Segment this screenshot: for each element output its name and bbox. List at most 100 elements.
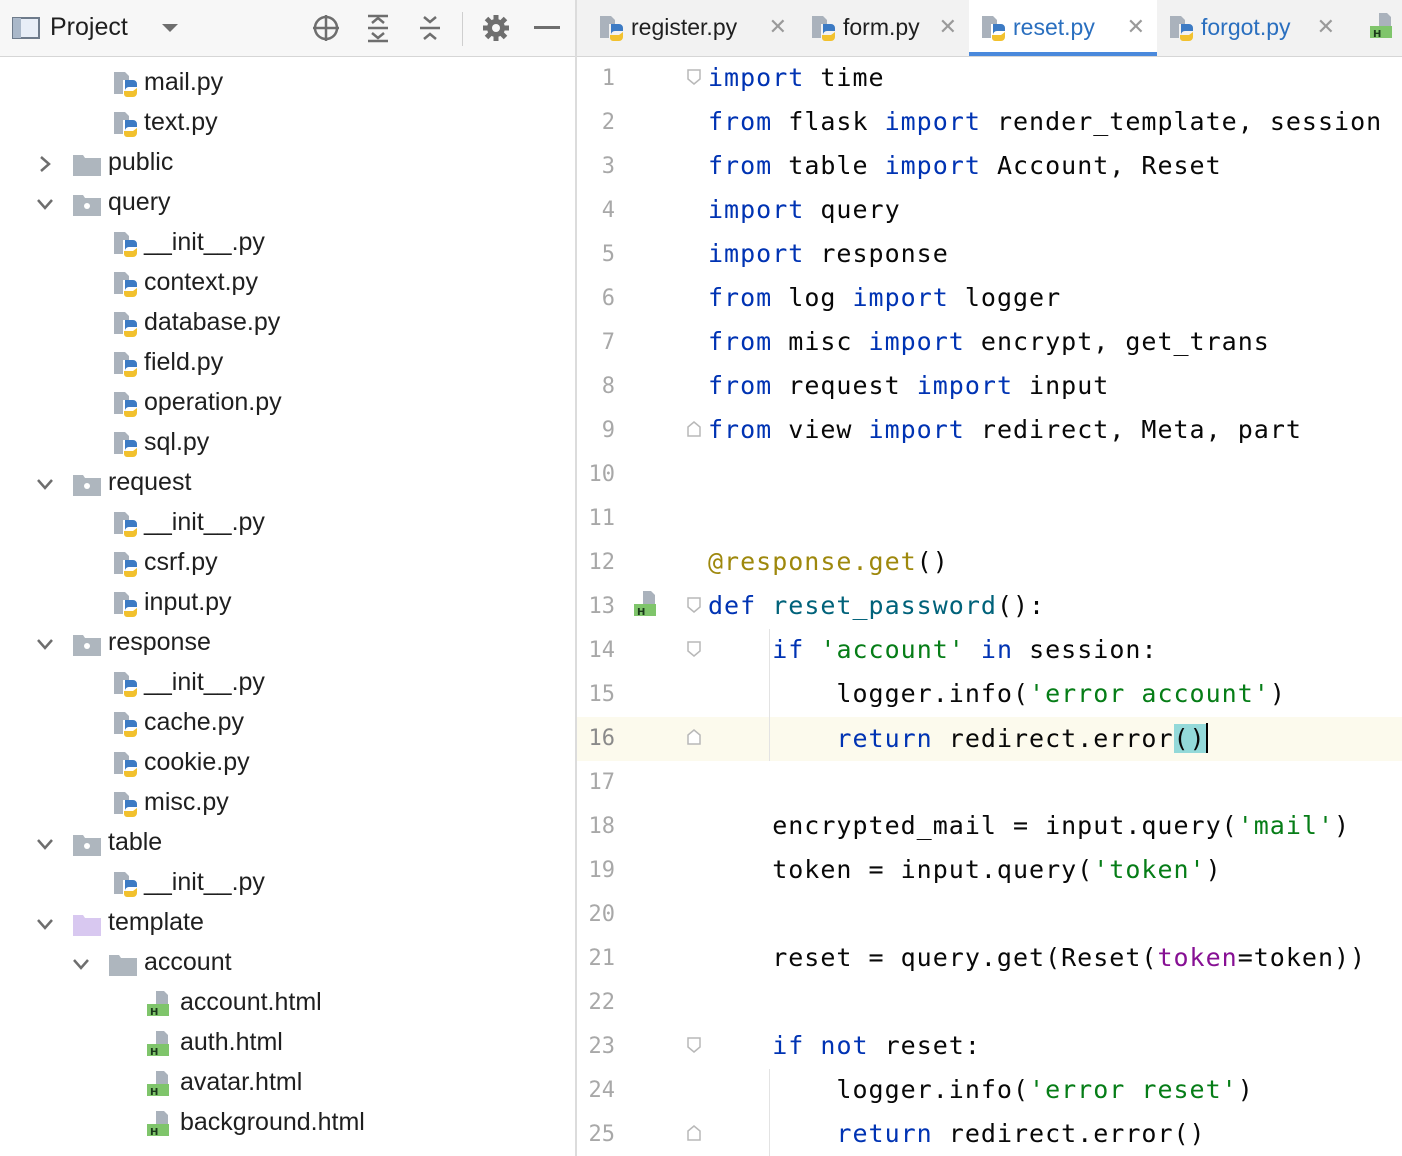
tree-file-row[interactable]: operation.py (0, 384, 575, 424)
code-line[interactable]: 11 (577, 497, 1402, 541)
editor-tab[interactable]: form.py ✕ (799, 0, 969, 56)
tree-folder-row[interactable]: public (0, 144, 575, 184)
editor-tab[interactable]: register.py ✕ (587, 0, 799, 56)
project-view-title[interactable]: Project (50, 13, 128, 42)
tree-file-row[interactable]: Havatar.html (0, 1064, 575, 1104)
code-editor[interactable]: 1 import time 2 from flask import render_te… (577, 57, 1402, 1156)
code-token: def (708, 591, 757, 620)
tree-file-row[interactable]: cache.py (0, 704, 575, 744)
close-tab-icon[interactable]: ✕ (769, 14, 787, 40)
tree-file-row[interactable]: database.py (0, 304, 575, 344)
tree-folder-row[interactable]: account (0, 944, 575, 984)
expand-arrow-down-icon[interactable] (36, 835, 54, 853)
dropdown-chevron-icon[interactable] (156, 0, 184, 56)
fold-start-icon[interactable] (687, 641, 701, 657)
close-tab-icon[interactable]: ✕ (1317, 14, 1335, 40)
tree-file-row[interactable]: context.py (0, 264, 575, 304)
tree-file-row[interactable]: text.py (0, 104, 575, 144)
tree-file-row[interactable]: mail.py (0, 64, 575, 104)
expand-arrow-down-icon[interactable] (36, 475, 54, 493)
code-token: ) (1237, 1075, 1254, 1104)
tree-file-row[interactable]: Haccount.html (0, 984, 575, 1024)
code-line[interactable]: 9 from view import redirect, Meta, part (577, 409, 1402, 453)
code-token: in (980, 635, 1014, 664)
code-text: token = input.query('token') (708, 855, 1222, 884)
tree-folder-row[interactable]: response (0, 624, 575, 664)
html-file-icon[interactable]: H (1367, 12, 1397, 44)
fold-end-icon[interactable] (687, 421, 701, 437)
expand-arrow-right-icon[interactable] (36, 155, 54, 173)
tree-folder-row[interactable]: template (0, 904, 575, 944)
line-number: 16 (588, 726, 616, 751)
expand-arrow-down-icon[interactable] (36, 195, 54, 213)
tree-file-row[interactable]: Hauth.html (0, 1024, 575, 1064)
minimize-icon[interactable] (532, 0, 562, 56)
editor-tab[interactable]: forgot.py ✕ (1157, 0, 1347, 56)
tree-file-row[interactable]: Hbackground.html (0, 1104, 575, 1144)
code-line[interactable]: 6 from log import logger (577, 277, 1402, 321)
code-line[interactable]: 1 import time (577, 57, 1402, 101)
expand-all-icon[interactable] (362, 0, 394, 56)
code-line[interactable]: 22 (577, 981, 1402, 1025)
code-line[interactable]: 21 reset = query.get(Reset(token=token)) (577, 937, 1402, 981)
code-line[interactable]: 24 logger.info('error reset') (577, 1069, 1402, 1113)
code-line[interactable]: 18 encrypted_mail = input.query('mail') (577, 805, 1402, 849)
tree-file-row[interactable]: __init__.py (0, 224, 575, 264)
fold-start-icon[interactable] (687, 597, 701, 613)
line-number: 22 (588, 990, 616, 1015)
html-template-gutter-icon[interactable]: H (631, 590, 665, 624)
collapse-all-icon[interactable] (414, 0, 446, 56)
code-line[interactable]: 7 from misc import encrypt, get_trans (577, 321, 1402, 365)
code-line[interactable]: 19 token = input.query('token') (577, 849, 1402, 893)
code-line[interactable]: 8 from request import input (577, 365, 1402, 409)
tree-file-row[interactable]: __init__.py (0, 504, 575, 544)
expand-arrow-down-icon[interactable] (72, 955, 90, 973)
code-line[interactable]: 2 from flask import render_template, sess… (577, 101, 1402, 145)
code-token: reset: (868, 1031, 981, 1060)
code-token: token = input.query( (708, 855, 1094, 884)
code-line[interactable]: 10 (577, 453, 1402, 497)
code-line[interactable]: 23 if not reset: (577, 1025, 1402, 1069)
svg-text:H: H (150, 1047, 158, 1058)
expand-arrow-down-icon[interactable] (36, 915, 54, 933)
close-tab-icon[interactable]: ✕ (939, 14, 957, 40)
fold-start-icon[interactable] (687, 1037, 701, 1053)
code-token: response (804, 239, 949, 268)
tree-file-row[interactable]: csrf.py (0, 544, 575, 584)
line-number: 8 (601, 374, 615, 399)
code-token: return (836, 724, 933, 753)
close-tab-icon[interactable]: ✕ (1127, 14, 1145, 40)
tree-file-row[interactable]: cookie.py (0, 744, 575, 784)
code-line[interactable]: 4 import query (577, 189, 1402, 233)
tree-file-row[interactable]: __init__.py (0, 864, 575, 904)
code-text: from flask import render_template, sessi… (708, 107, 1382, 136)
gear-icon[interactable] (480, 0, 512, 56)
expand-arrow-down-icon[interactable] (36, 635, 54, 653)
code-line[interactable]: 12 @response.get() (577, 541, 1402, 585)
tree-file-row[interactable]: input.py (0, 584, 575, 624)
tree-folder-row[interactable]: query (0, 184, 575, 224)
fold-end-icon[interactable] (687, 729, 701, 745)
code-line[interactable]: 20 (577, 893, 1402, 937)
tree-folder-row[interactable]: request (0, 464, 575, 504)
code-line[interactable]: 17 (577, 761, 1402, 805)
code-line[interactable]: 16 return redirect.error() (577, 717, 1402, 761)
code-line[interactable]: 14 if 'account' in session: (577, 629, 1402, 673)
tree-file-row[interactable]: sql.py (0, 424, 575, 464)
tree-file-row[interactable]: __init__.py (0, 664, 575, 704)
tree-file-row[interactable]: misc.py (0, 784, 575, 824)
code-line[interactable]: 5 import response (577, 233, 1402, 277)
tree-folder-row[interactable]: table (0, 824, 575, 864)
fold-end-icon[interactable] (687, 1125, 701, 1141)
code-line[interactable]: 15 logger.info('error account') (577, 673, 1402, 717)
editor-tab[interactable]: reset.py ✕ (969, 0, 1157, 56)
tree-file-row[interactable]: field.py (0, 344, 575, 384)
tree-item-label: table (108, 828, 163, 856)
folder-icon (72, 150, 102, 178)
fold-start-icon[interactable] (687, 69, 701, 85)
code-line[interactable]: 3 from table import Account, Reset (577, 145, 1402, 189)
locate-icon[interactable] (308, 0, 344, 56)
code-line[interactable]: 13 def reset_password(): H (577, 585, 1402, 629)
code-line[interactable]: 25 return redirect.error() (577, 1113, 1402, 1156)
package-folder-icon (72, 830, 102, 858)
